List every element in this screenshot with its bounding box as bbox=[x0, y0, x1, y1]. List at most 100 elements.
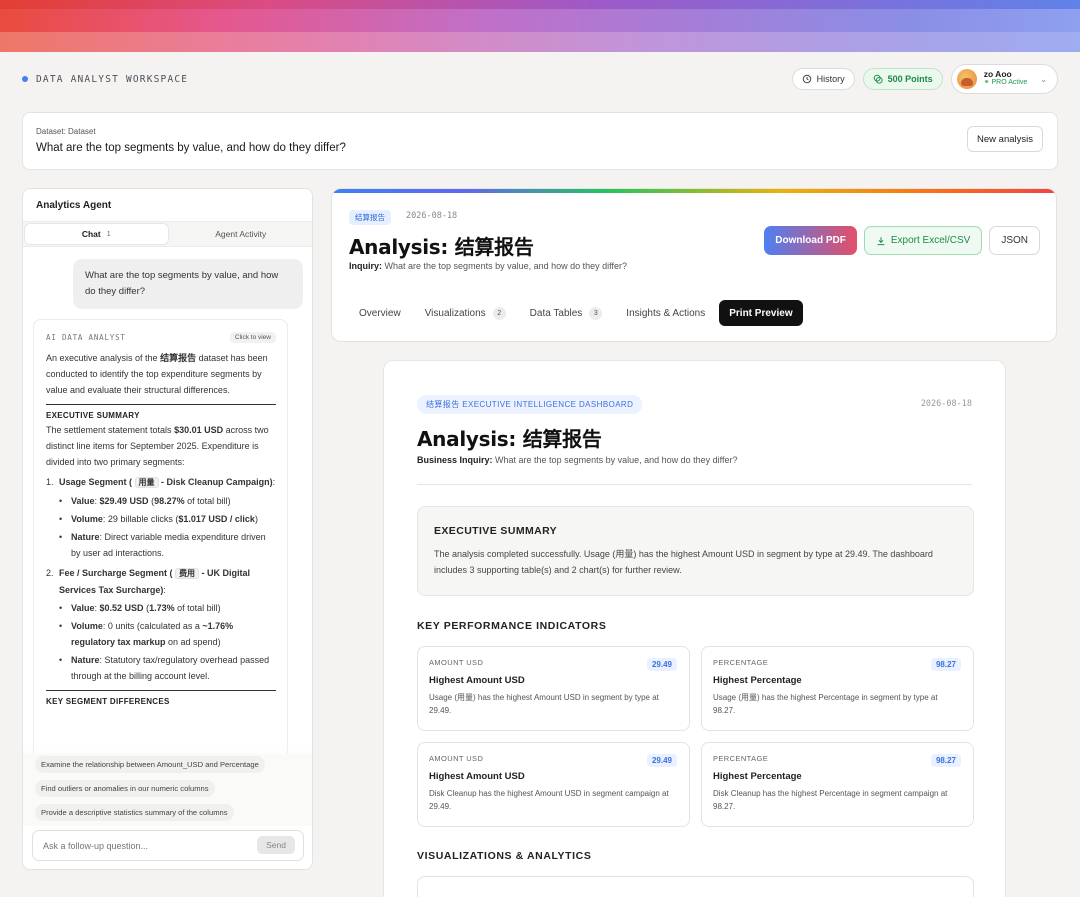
list-item: Volume: 0 units (calculated as a ~1.76% … bbox=[46, 618, 276, 650]
tab-label: Insights & Actions bbox=[626, 307, 706, 319]
export-actions: Download PDF Export Excel/CSV JSON bbox=[764, 226, 1040, 255]
tab-overview[interactable]: Overview bbox=[349, 300, 411, 326]
tab-agent-activity[interactable]: Agent Activity bbox=[170, 222, 313, 246]
suggestion-chip[interactable]: Examine the relationship between Amount_… bbox=[35, 756, 265, 773]
list-item: Value: $0.52 USD (1.73% of total bill) bbox=[46, 600, 276, 616]
history-label: History bbox=[816, 74, 845, 84]
kpi-value: 29.49 bbox=[646, 658, 677, 671]
user-name: zo Aoo bbox=[983, 69, 1012, 80]
list-item: 2. Fee / Surcharge Segment ( 费用 - UK Digi… bbox=[46, 568, 251, 595]
divider bbox=[46, 404, 276, 405]
follow-up-input[interactable] bbox=[43, 838, 253, 854]
kpi-desc: Disk Cleanup has the highest Amount USD … bbox=[429, 789, 669, 811]
count-badge: 2 bbox=[492, 306, 506, 320]
ai-label: AI DATA ANALYST bbox=[46, 332, 126, 342]
history-icon bbox=[802, 74, 811, 84]
rainbow-accent-bar bbox=[332, 189, 1056, 193]
executive-summary-box: EXECUTIVE SUMMARY The analysis completed… bbox=[417, 506, 974, 596]
kpi-label: AMOUNT USD bbox=[429, 658, 484, 667]
tab-agent-activity-label: Agent Activity bbox=[215, 229, 267, 239]
send-button[interactable]: Send bbox=[257, 836, 295, 854]
dashboard-tag: 结算报告 EXECUTIVE INTELLIGENCE DASHBOARD bbox=[417, 395, 643, 414]
points-button[interactable]: 500 Points bbox=[862, 68, 943, 90]
link-icon: ⚭ bbox=[983, 79, 992, 87]
ai-exec-heading: EXECUTIVE SUMMARY bbox=[46, 411, 140, 420]
kpi-desc: Usage (用量) has the highest Amount USD in… bbox=[429, 693, 659, 715]
tab-data-tables[interactable]: Data Tables 3 bbox=[520, 300, 613, 326]
exec-heading: EXECUTIVE SUMMARY bbox=[434, 525, 558, 537]
count-badge: 3 bbox=[589, 306, 603, 320]
list-item: 1. Usage Segment ( 用量 - Disk Cleanup Camp… bbox=[46, 477, 276, 488]
tab-print-preview[interactable]: Print Preview bbox=[719, 300, 803, 326]
top-gradient-banner bbox=[0, 0, 1080, 52]
download-pdf-button[interactable]: Download PDF bbox=[764, 226, 857, 255]
ai-segment-list: 1. Usage Segment ( 用量 - Disk Cleanup Camp… bbox=[46, 474, 276, 684]
kpi-label: PERCENTAGE bbox=[713, 658, 769, 667]
kpi-value: 98.27 bbox=[930, 754, 961, 767]
user-menu[interactable]: zo Aoo ⚭ PRO Active ⌄ bbox=[950, 64, 1058, 94]
ai-intro: An executive analysis of the 结算报告 datase… bbox=[46, 353, 268, 395]
status-dot bbox=[22, 76, 28, 82]
kpi-card: PERCENTAGE 98.27 Highest Percentage Usag… bbox=[701, 646, 974, 731]
tab-chat[interactable]: Chat 1 bbox=[25, 224, 168, 244]
points-label: 500 Points bbox=[887, 74, 933, 84]
divider bbox=[417, 484, 972, 485]
user-status: ⚭ PRO Active bbox=[984, 79, 1028, 87]
download-icon bbox=[877, 236, 885, 245]
suggestion-chips: Examine the relationship between Amount_… bbox=[23, 754, 312, 826]
viz-heading: VISUALIZATIONS & ANALYTICS bbox=[417, 850, 592, 862]
dataset-card: Dataset: Dataset What are the top segmen… bbox=[22, 112, 1058, 170]
report-preview: 结算报告 EXECUTIVE INTELLIGENCE DASHBOARD 20… bbox=[383, 360, 1006, 897]
divider bbox=[46, 690, 276, 691]
list-item: Value: $29.49 USD (98.27% of total bill) bbox=[46, 493, 276, 509]
list-item: Volume: 29 billable clicks ($1.017 USD /… bbox=[46, 511, 276, 527]
report-title: Analysis: 结算报告 bbox=[417, 427, 602, 451]
json-button[interactable]: JSON bbox=[989, 226, 1040, 255]
exec-text: The analysis completed successfully. Usa… bbox=[434, 549, 933, 575]
kpi-heading: KEY PERFORMANCE INDICATORS bbox=[417, 620, 607, 632]
report-date: 2026-08-18 bbox=[406, 211, 458, 221]
main-tabs: Overview Visualizations 2 Data Tables 3 In… bbox=[349, 300, 803, 326]
suggestion-chip[interactable]: Find outliers or anomalies in our numeri… bbox=[35, 780, 215, 797]
business-inquiry: Business Inquiry: What are the top segme… bbox=[417, 455, 738, 465]
click-to-view-button[interactable]: Click to view bbox=[229, 331, 276, 343]
export-excel-button[interactable]: Export Excel/CSV bbox=[863, 226, 983, 255]
kpi-card: AMOUNT USD 29.49 Highest Amount USD Disk… bbox=[417, 742, 690, 827]
ai-response-card[interactable]: AI DATA ANALYST Click to view An executi… bbox=[33, 319, 288, 769]
kpi-title: Highest Percentage bbox=[713, 771, 802, 782]
kpi-value: 98.27 bbox=[930, 658, 961, 671]
kpi-label: PERCENTAGE bbox=[713, 754, 769, 763]
top-bar: DATA ANALYST WORKSPACE History 500 Point… bbox=[22, 64, 1058, 94]
page-title: Analysis: 结算报告 bbox=[349, 235, 534, 259]
report-tag: 结算报告 bbox=[349, 210, 391, 225]
agent-tabs: Chat 1 Agent Activity bbox=[23, 221, 312, 247]
user-status-text: PRO Active bbox=[991, 79, 1028, 87]
composer: Send bbox=[32, 830, 304, 861]
tab-chat-label: Chat bbox=[81, 229, 101, 239]
chat-count-badge: 1 bbox=[106, 230, 111, 238]
avatar bbox=[956, 69, 977, 89]
suggestion-chip[interactable]: Provide a descriptive statistics summary… bbox=[35, 804, 234, 821]
user-message: What are the top segments by value, and … bbox=[73, 259, 303, 309]
tab-label: Print Preview bbox=[729, 307, 793, 319]
chevron-down-icon: ⌄ bbox=[1040, 74, 1047, 84]
history-button[interactable]: History bbox=[791, 68, 855, 90]
tab-insights-actions[interactable]: Insights & Actions bbox=[616, 300, 715, 326]
list-item: Nature: Direct variable media expenditur… bbox=[46, 529, 276, 561]
ai-key-diff-heading: KEY SEGMENT DIFFERENCES bbox=[46, 697, 170, 706]
kpi-value: 29.49 bbox=[646, 754, 677, 767]
new-analysis-button[interactable]: New analysis bbox=[967, 126, 1043, 152]
list-item: Nature: Statutory tax/regulatory overhea… bbox=[46, 652, 276, 684]
tab-visualizations[interactable]: Visualizations 2 bbox=[415, 300, 516, 326]
analysis-header-card: 结算报告 2026-08-18 Analysis: 结算报告 Inquiry: … bbox=[331, 188, 1057, 342]
dataset-label: Dataset: Dataset bbox=[36, 127, 96, 136]
tab-label: Overview bbox=[359, 307, 401, 319]
dataset-question: What are the top segments by value, and … bbox=[36, 142, 346, 154]
tab-label: Visualizations bbox=[424, 307, 486, 319]
tab-label: Data Tables bbox=[529, 307, 583, 319]
export-excel-label: Export Excel/CSV bbox=[890, 235, 971, 246]
kpi-label: AMOUNT USD bbox=[429, 754, 484, 763]
inquiry: Inquiry: What are the top segments by va… bbox=[349, 261, 627, 271]
kpi-title: Highest Percentage bbox=[713, 675, 802, 686]
kpi-card: PERCENTAGE 98.27 Highest Percentage Disk… bbox=[701, 742, 974, 827]
